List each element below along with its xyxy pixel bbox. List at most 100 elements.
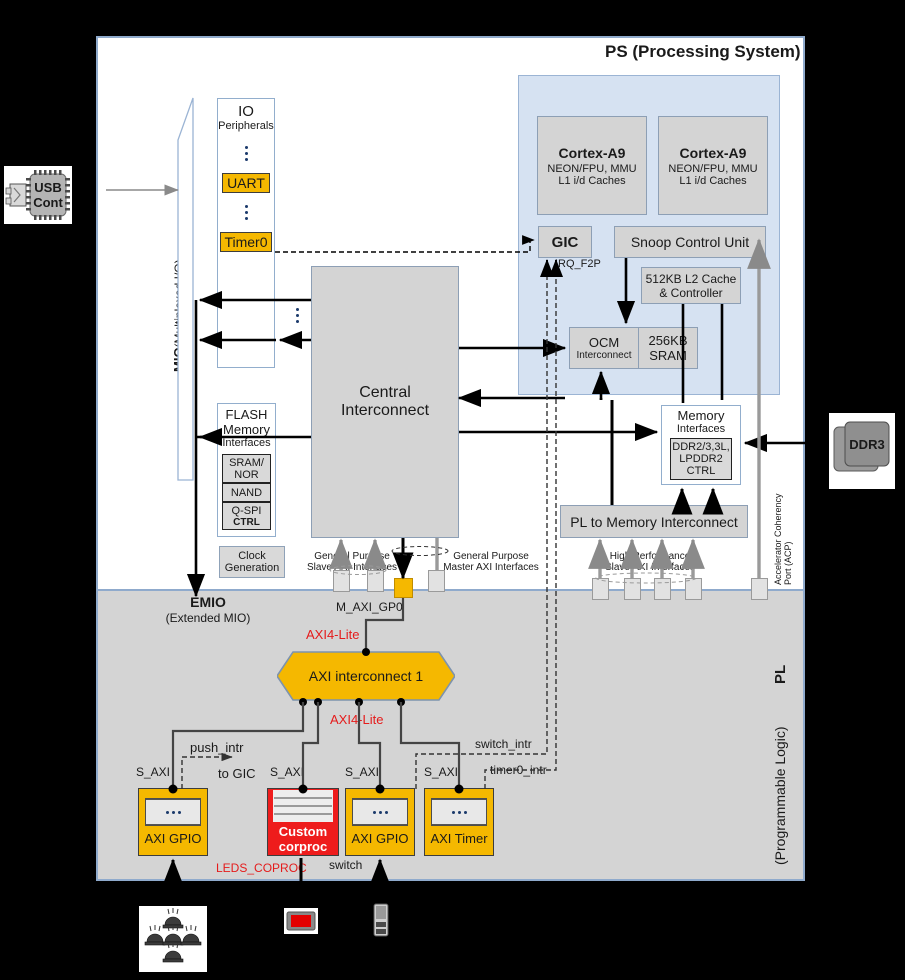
m-axi-gp0-port[interactable] — [394, 578, 413, 598]
custom-coproc-block[interactable]: Custom corproc — [267, 788, 339, 856]
usb-label-2: Cont — [33, 195, 63, 210]
flash-ctrl-nand: NAND — [222, 483, 271, 502]
axi-timer-block[interactable]: AXI Timer — [424, 788, 494, 856]
slide-switch-icon — [373, 903, 389, 937]
timer0-block: Timer0 — [220, 232, 272, 252]
s-axi-port-label-2: S_AXI — [345, 765, 380, 779]
s-axi-port-label-1: S_AXI — [270, 765, 305, 779]
gpio1-register-stripes — [352, 798, 408, 826]
uart-block: UART — [222, 173, 270, 193]
sram-line1: 256KB — [648, 333, 688, 348]
axi-gpio-block-1[interactable]: AXI GPIO — [345, 788, 415, 856]
gp-master-port-1[interactable] — [428, 570, 445, 592]
gic-block: GIC — [538, 226, 592, 258]
single-led-device — [284, 908, 318, 934]
ddr-controller-block: DDR2/3,3L, LPDDR2 CTRL — [670, 438, 732, 480]
axi-gpio-block-0[interactable]: AXI GPIO — [138, 788, 208, 856]
gp-master-l1: General Purpose — [453, 551, 529, 562]
memory-interfaces-block: Memory Interfaces DDR2/3,3L, LPDDR2 CTRL — [661, 405, 741, 485]
to-gic-label: to GIC — [218, 766, 256, 781]
leds-cluster-icon — [144, 908, 202, 963]
core1-name: Cortex-A9 — [679, 144, 747, 161]
hp-slave-l2: Slave AXI Interfaces — [604, 562, 696, 573]
ddr3-label: DDR3 — [849, 436, 885, 452]
cortex-a9-core-1: Cortex-A9 NEON/FPU, MMU L1 i/d Caches — [658, 116, 768, 215]
sram-nor-l2: NOR — [234, 468, 259, 481]
hp-slave-port-1[interactable] — [624, 578, 641, 600]
ocm-line2: Interconnect — [576, 350, 632, 361]
emio-sublabel: (Extended MIO) — [165, 611, 251, 625]
mio-label-main: MIO — [171, 347, 186, 372]
acp-l2: Port (ACP) — [783, 541, 793, 585]
io-ellipsis-1 — [218, 146, 274, 161]
coproc-register-stripes — [273, 790, 333, 822]
leds-coproc-label: LEDS_COPROC — [216, 861, 307, 875]
uart-label: UART — [227, 175, 265, 191]
ocm-sram-block: 256KB SRAM — [638, 327, 698, 369]
ddr-l1: DDR2/3,3L, — [672, 441, 730, 453]
flash-title-2: Memory — [223, 422, 270, 437]
coproc-label-2: corproc — [278, 839, 328, 854]
m-axi-gp0-label: M_AXI_GP0 — [336, 600, 403, 614]
timer0-label: Timer0 — [224, 234, 268, 250]
meminterface-title: Memory — [677, 408, 725, 423]
gp-slave-port-1[interactable] — [367, 570, 384, 592]
flash-subtitle: Interfaces — [222, 437, 271, 449]
qspi-l1: Q-SPI — [231, 504, 262, 517]
mio-label: MIO(Multiplexed I/O) — [171, 212, 186, 372]
acp-l1: Accelerator Coherency — [773, 493, 783, 585]
hp-slave-port-0[interactable] — [592, 578, 609, 600]
ddr-l2: LPDDR2 — [679, 453, 723, 465]
clockgen-l1: Clock — [238, 550, 266, 562]
nand-l1: NAND — [230, 486, 263, 499]
axi-gpio-0-label: AXI GPIO — [144, 831, 202, 846]
core0-name: Cortex-A9 — [558, 144, 626, 161]
usb-label-1: USB — [34, 180, 62, 195]
ocm-interconnect-block: OCM Interconnect — [569, 327, 639, 369]
pl-title: PL — [772, 664, 789, 684]
irq-f2p-label: IRQ_F2P — [555, 258, 601, 270]
central-interconnect-l2: Interconnect — [340, 402, 430, 419]
switch-intr-label: switch_intr — [475, 737, 532, 751]
flash-memory-interfaces-block: FLASH Memory Interfaces SRAM/ NOR NAND Q… — [217, 403, 276, 537]
io-peripherals-block: IO Peripherals UART Timer0 — [217, 98, 275, 368]
emio-label: EMIO — [190, 594, 226, 610]
timer-register-stripes — [431, 798, 487, 826]
io-peripherals-subtitle: Peripherals — [218, 120, 274, 132]
clockgen-l2: Generation — [224, 562, 280, 574]
gp-master-axi-label: General Purpose Master AXI Interfaces — [440, 551, 542, 573]
snoop-control-unit-block: Snoop Control Unit — [614, 226, 766, 258]
axi-timer-label: AXI Timer — [430, 831, 488, 846]
core0-line3: L1 i/d Caches — [558, 174, 626, 187]
axi4-lite-label-top: AXI4-Lite — [306, 627, 360, 642]
hp-slave-port-3[interactable] — [685, 578, 702, 600]
mio-arrow-ellipsis — [296, 308, 299, 323]
gp-slave-port-0[interactable] — [333, 570, 350, 592]
hp-slave-port-2[interactable] — [654, 578, 671, 600]
acp-port-label: Accelerator Coherency Port (ACP) — [773, 477, 793, 585]
pl-to-memory-interconnect-block: PL to Memory Interconnect — [560, 505, 748, 538]
l2-cache-block: 512KB L2 Cache & Controller — [641, 267, 741, 304]
gpio0-dots — [165, 810, 181, 814]
pl-subtitle: (Programmable Logic) — [772, 726, 788, 866]
l2-line1: 512KB L2 Cache — [645, 271, 737, 286]
scu-label: Snoop Control Unit — [630, 234, 750, 250]
gp-slave-axi-label: General Purpose Slave AXI Interfaces — [302, 551, 402, 573]
acp-port[interactable] — [751, 578, 768, 600]
io-ellipsis-2 — [218, 205, 274, 220]
hp-slave-axi-label: High Performance Slave AXI Interfaces — [596, 551, 704, 573]
s-axi-port-label-3: S_AXI — [424, 765, 459, 779]
gpio1-dots — [372, 810, 388, 814]
axi-gpio-1-label: AXI GPIO — [351, 831, 409, 846]
push-intr-label: push_intr — [190, 740, 244, 755]
flash-ctrl-sram-nor: SRAM/ NOR — [222, 454, 271, 483]
ps-title: PS (Processing System) — [605, 42, 801, 61]
cortex-a9-core-0: Cortex-A9 NEON/FPU, MMU L1 i/d Caches — [537, 116, 647, 215]
gp-master-l2: Master AXI Interfaces — [443, 562, 539, 573]
usb-controller-device: USB Cont — [4, 166, 72, 224]
core1-line3: L1 i/d Caches — [679, 174, 747, 187]
central-interconnect-l1: Central — [359, 384, 411, 401]
pl-to-memory-label: PL to Memory Interconnect — [570, 513, 738, 530]
meminterface-subtitle: Interfaces — [676, 423, 726, 435]
hp-slave-l1: High Performance — [609, 551, 691, 562]
